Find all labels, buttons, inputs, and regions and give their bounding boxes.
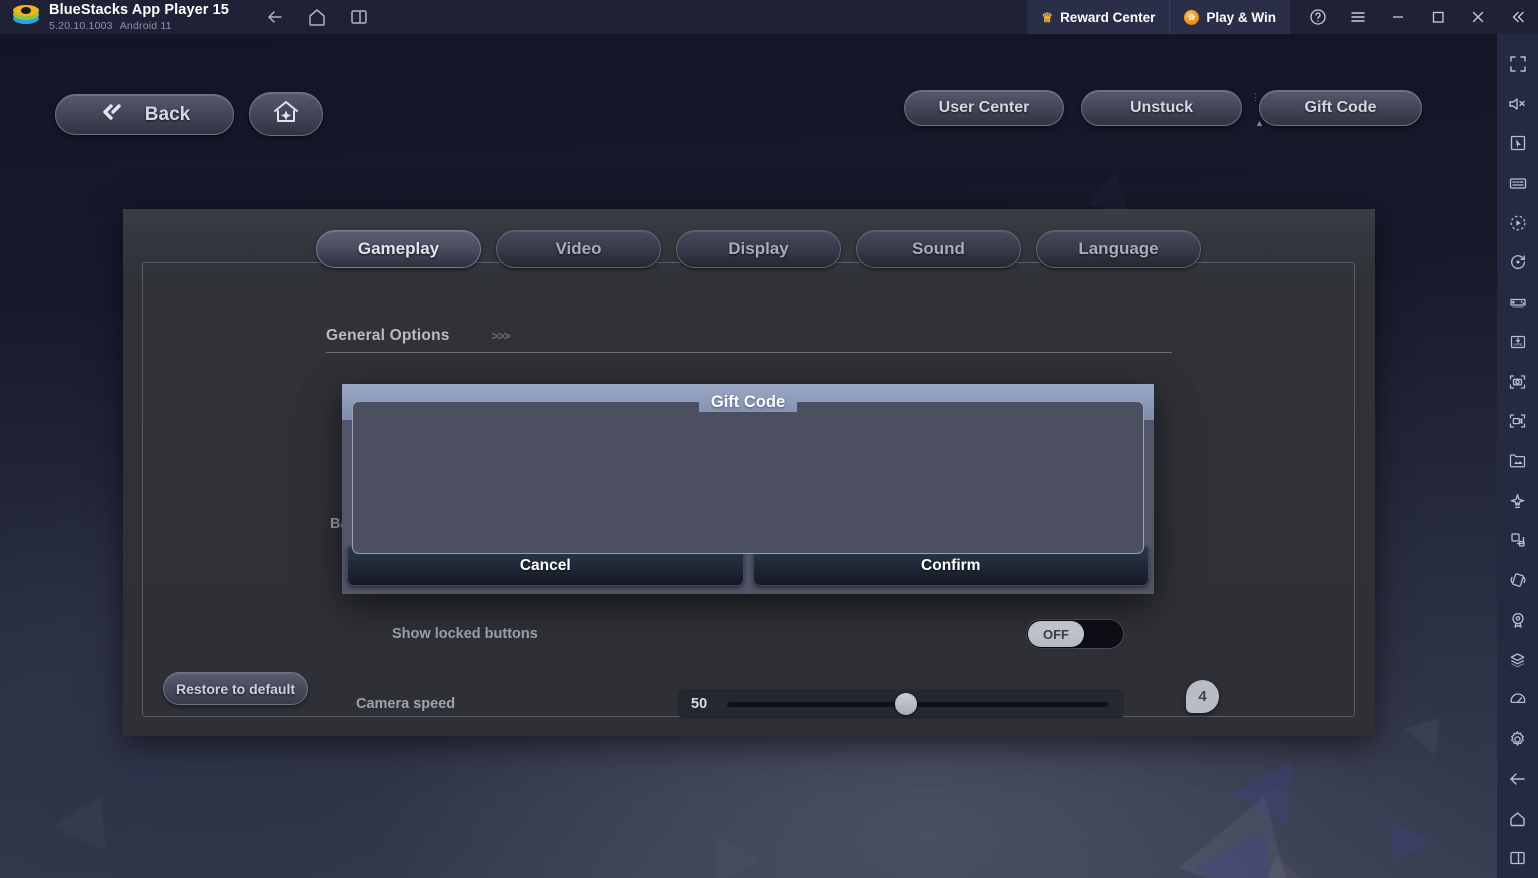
game-back-label: Back [144, 103, 191, 125]
confirm-label: Confirm [921, 557, 981, 574]
location-icon[interactable] [1497, 600, 1538, 640]
play-and-win-button[interactable]: ✰ Play & Win [1169, 0, 1290, 34]
gift-code-label: Gift Code [1304, 99, 1377, 116]
help-icon[interactable] [1298, 0, 1338, 34]
game-home-button[interactable] [249, 92, 323, 136]
reward-center-button[interactable]: ♕ Reward Center [1027, 0, 1170, 34]
tab-sound[interactable]: Sound [856, 230, 1021, 268]
star-badge-icon: ✰ [1184, 9, 1200, 25]
cancel-label: Cancel [519, 557, 571, 574]
decor-triangle [1404, 704, 1456, 756]
user-center-button[interactable]: User Center [904, 90, 1064, 126]
general-options-title: General Options [326, 327, 450, 344]
close-button[interactable] [1458, 0, 1498, 34]
tab-label: Sound [912, 239, 965, 258]
tab-label: Display [728, 239, 789, 258]
titlebar-nav-icons [265, 7, 369, 27]
camera-speed-value: 50 [691, 696, 708, 712]
fullscreen-icon[interactable] [1497, 44, 1538, 84]
camera-speed-slider[interactable]: 50 [678, 689, 1124, 719]
settings-tabs: Gameplay Video Display Sound Language [316, 230, 1201, 268]
gift-code-button[interactable]: Gift Code [1259, 90, 1422, 126]
collapse-toolbar-button[interactable] [1498, 0, 1538, 34]
android-back-icon[interactable] [1497, 759, 1538, 799]
settings-gear-icon[interactable] [1497, 719, 1538, 759]
bluestacks-logo-icon [13, 4, 39, 30]
tab-video[interactable]: Video [496, 230, 661, 268]
game-back-button[interactable]: Back [55, 94, 234, 135]
show-locked-buttons-label: Show locked buttons [392, 626, 538, 642]
dialog-title: Gift Code [698, 392, 798, 412]
screenshot-icon[interactable] [1497, 362, 1538, 402]
rotate-icon[interactable] [1497, 243, 1538, 283]
right-toolbar: APK [1497, 34, 1538, 878]
decor-caret: ▲ [1255, 118, 1264, 128]
slider-track[interactable] [727, 693, 1108, 715]
svg-text:APK: APK [1513, 342, 1523, 347]
gamepad-icon[interactable] [1497, 282, 1538, 322]
decor-triangle [1087, 170, 1138, 214]
dialog-body [352, 401, 1144, 554]
gift-code-dialog: Gift Code Please enter the gift code Can… [342, 384, 1154, 594]
play-and-win-label: Play & Win [1206, 9, 1276, 25]
double-chevron-left-icon [99, 102, 125, 128]
titlebar-right-group: ♕ Reward Center ✰ Play & Win [1027, 0, 1538, 34]
unstuck-button[interactable]: Unstuck [1081, 90, 1242, 126]
crown-icon: ♕ [1041, 9, 1054, 25]
app-version-line: 5.20.10.1003 Android 11 [49, 19, 229, 32]
unstuck-label: Unstuck [1129, 99, 1194, 116]
toggle-knob: OFF [1028, 621, 1084, 647]
decor-triangle [693, 824, 759, 878]
tab-language[interactable]: Language [1036, 230, 1201, 268]
app-version: 5.20.10.1003 [49, 19, 113, 32]
tab-display[interactable]: Display [676, 230, 841, 268]
shake-icon[interactable] [1497, 560, 1538, 600]
home-sparkle-icon [271, 98, 301, 131]
side-badge[interactable]: 4 [1186, 680, 1219, 713]
tab-gameplay[interactable]: Gameplay [316, 230, 481, 268]
keyboard-controls-icon[interactable] [1497, 163, 1538, 203]
recent-apps-icon[interactable] [349, 7, 369, 27]
camera-speed-label: Camera speed [356, 696, 456, 712]
decor-dots: ⋮ [1251, 92, 1260, 102]
home-icon[interactable] [307, 7, 327, 27]
user-center-label: User Center [938, 99, 1030, 116]
restore-to-default-button[interactable]: Restore to default [163, 672, 308, 705]
eco-mode-icon[interactable] [1497, 481, 1538, 521]
show-locked-buttons-toggle[interactable]: OFF [1026, 619, 1124, 649]
layers-icon[interactable] [1497, 640, 1538, 680]
window-titlebar: BlueStacks App Player 15 5.20.10.1003 And… [0, 0, 1538, 34]
android-version: Android 11 [119, 19, 172, 32]
app-title: BlueStacks App Player 15 [49, 2, 229, 18]
decor-triangle [1374, 821, 1430, 873]
android-home-icon[interactable] [1497, 799, 1538, 839]
tab-label: Video [555, 239, 602, 258]
macro-play-icon[interactable] [1497, 203, 1538, 243]
media-manager-icon[interactable] [1497, 441, 1538, 481]
game-canvas: Back User Center Unstuck Gift Code ⋮ ▲ G… [0, 34, 1497, 878]
restore-to-default-label: Restore to default [175, 680, 295, 697]
reward-center-label: Reward Center [1060, 9, 1156, 25]
decor-triangle [53, 784, 128, 853]
back-arrow-icon[interactable] [265, 7, 285, 27]
row-show-locked-buttons: Show locked buttons OFF [392, 619, 1124, 649]
general-options-section: General Options >>> [326, 327, 1172, 353]
maximize-button[interactable] [1418, 0, 1458, 34]
mute-icon[interactable] [1497, 84, 1538, 124]
apk-install-icon[interactable]: APK [1497, 322, 1538, 362]
screen-record-icon[interactable] [1497, 401, 1538, 441]
cursor-icon[interactable] [1497, 123, 1538, 163]
slider-knob[interactable] [895, 693, 918, 715]
tab-label: Gameplay [357, 239, 440, 258]
performance-icon[interactable] [1497, 680, 1538, 720]
minimize-button[interactable] [1378, 0, 1418, 34]
section-chevrons-icon: >>> [491, 329, 511, 343]
menu-icon[interactable] [1338, 0, 1378, 34]
multi-instance-icon[interactable] [1497, 521, 1538, 561]
tab-label: Language [1078, 239, 1159, 258]
android-recents-icon[interactable] [1497, 838, 1538, 878]
